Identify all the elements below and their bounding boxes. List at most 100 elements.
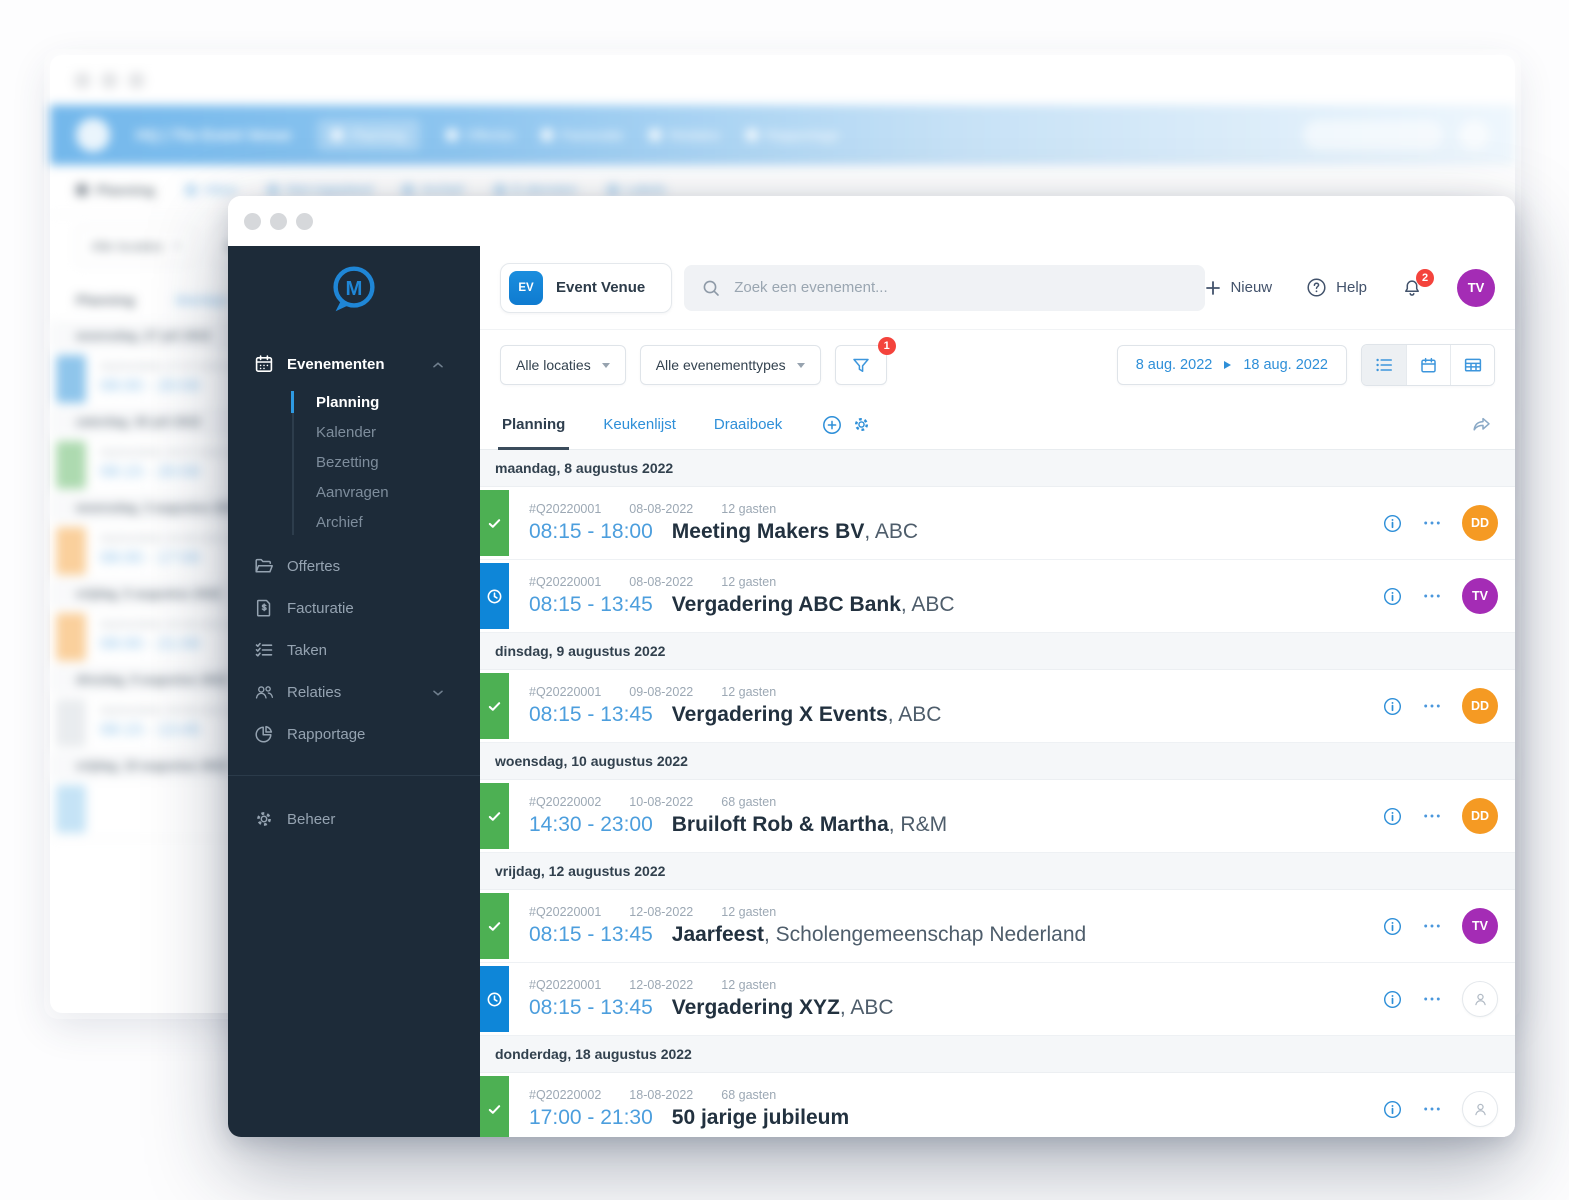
- sidebar-subitem-bezetting[interactable]: Bezetting: [228, 447, 480, 477]
- event-row[interactable]: #Q20220001 08-08-2022 12 gasten 08:15 - …: [480, 560, 1515, 633]
- traffic-light-dot[interactable]: [101, 71, 118, 89]
- sidebar-item-facturatie[interactable]: Facturatie: [228, 587, 480, 629]
- person-icon: [1474, 1103, 1486, 1115]
- event-row[interactable]: #Q20220001 12-08-2022 12 gasten 08:15 - …: [480, 890, 1515, 963]
- more-icon[interactable]: [1423, 996, 1441, 1002]
- more-icon[interactable]: [1423, 923, 1441, 929]
- sidebar-item-evenementen[interactable]: Evenementen: [228, 345, 480, 383]
- user-avatar[interactable]: TV: [1457, 268, 1495, 307]
- notifications-button[interactable]: 2: [1401, 268, 1434, 298]
- tab-keukenlijst[interactable]: Keukenlijst: [595, 400, 684, 449]
- sidebar-item-offertes[interactable]: Offertes: [228, 545, 480, 587]
- event-date: 12-08-2022: [629, 905, 694, 919]
- event-types-dropdown[interactable]: Alle evenementtypes: [639, 345, 821, 385]
- sidebar-item-relaties[interactable]: Relaties: [228, 671, 480, 713]
- calendar-view-button[interactable]: [1406, 345, 1450, 385]
- tab-draaiboek[interactable]: Draaiboek: [706, 400, 790, 449]
- event-title: Bruiloft Rob & Martha, R&M: [672, 813, 947, 837]
- locations-dropdown[interactable]: Alle locaties: [76, 227, 197, 265]
- event-title-text: 50 jarige jubileum: [671, 1106, 850, 1129]
- traffic-light-dot[interactable]: [270, 212, 287, 230]
- clock-icon: [487, 992, 502, 1006]
- tab-planning[interactable]: Planning: [76, 292, 135, 308]
- more-icon[interactable]: [1423, 703, 1441, 709]
- app-logo[interactable]: M: [325, 260, 383, 323]
- filters-button[interactable]: 1: [834, 337, 896, 385]
- nav-item-facturatie[interactable]: Facturatie: [541, 127, 623, 143]
- info-icon[interactable]: [1383, 587, 1402, 606]
- info-icon[interactable]: [1383, 697, 1402, 716]
- sidebar-subitem-planning[interactable]: Planning: [228, 387, 480, 417]
- traffic-light-dot[interactable]: [296, 212, 313, 230]
- person-icon: [1474, 993, 1486, 1005]
- tab-werklijst[interactable]: Werklijst: [175, 292, 228, 308]
- nav-item-offertes[interactable]: Offertes: [445, 127, 515, 143]
- event-row[interactable]: #Q20220002 18-08-2022 68 gasten 17:00 - …: [480, 1073, 1515, 1137]
- event-row[interactable]: #Q20220001 12-08-2022 12 gasten 08:15 - …: [480, 963, 1515, 1036]
- sidebar-item-beheer[interactable]: Beheer: [228, 798, 480, 840]
- list-view-button[interactable]: [1362, 345, 1406, 385]
- check-icon: [488, 921, 501, 931]
- new-event-button[interactable]: Nieuw: [1205, 279, 1272, 296]
- date-group-header: dinsdag, 9 augustus 2022: [480, 633, 1515, 670]
- traffic-light-dot[interactable]: [244, 212, 261, 230]
- nav-item-rapportage[interactable]: Rapportage: [745, 127, 839, 143]
- sidebar-subitem-aanvragen[interactable]: Aanvragen: [228, 477, 480, 507]
- avatar-unassigned[interactable]: [1462, 981, 1498, 1017]
- funnel-icon: [852, 358, 869, 372]
- avatar[interactable]: DD: [1462, 505, 1498, 541]
- more-icon[interactable]: [1423, 813, 1441, 819]
- info-icon[interactable]: [1383, 807, 1402, 826]
- event-guests: 12 gasten: [721, 502, 777, 516]
- nav-item-relaties[interactable]: Relaties: [649, 127, 720, 143]
- link-archief[interactable]: Archief: [402, 182, 464, 197]
- avatar-unassigned[interactable]: [1462, 1091, 1498, 1127]
- avatar[interactable]: [1459, 120, 1489, 150]
- info-icon[interactable]: [1383, 917, 1402, 936]
- sidebar-subitem-archief[interactable]: Archief: [228, 507, 480, 537]
- info-icon[interactable]: [1383, 1100, 1402, 1119]
- tab-settings-button[interactable]: [852, 415, 871, 434]
- info-circle-icon: [1383, 587, 1402, 605]
- more-icon[interactable]: [1423, 520, 1441, 526]
- traffic-light-dot[interactable]: [74, 71, 91, 89]
- info-icon[interactable]: [1383, 514, 1402, 533]
- event-row[interactable]: #Q20220001 08-08-2022 12 gasten 08:15 - …: [480, 487, 1515, 560]
- link-e-diensten[interactable]: E-diensten: [493, 182, 577, 197]
- sidebar-item-rapportage[interactable]: Rapportage: [228, 713, 480, 755]
- search-input[interactable]: Zoek een evenement...: [684, 264, 1206, 311]
- info-icon[interactable]: [1383, 990, 1402, 1009]
- sidebar-subitem-kalender[interactable]: Kalender: [228, 417, 480, 447]
- link-labels[interactable]: Labels: [607, 182, 666, 197]
- share-button[interactable]: [1472, 416, 1491, 433]
- more-icon[interactable]: [1423, 1106, 1441, 1112]
- date-group-header: vrijdag, 12 augustus 2022: [480, 853, 1515, 890]
- tab-planning[interactable]: Planning: [494, 400, 573, 450]
- more-icon[interactable]: [1423, 593, 1441, 599]
- plus-icon: [1206, 280, 1221, 295]
- status-confirmed-block: [480, 490, 509, 556]
- locations-dropdown[interactable]: Alle locaties: [500, 345, 626, 385]
- avatar[interactable]: DD: [1462, 798, 1498, 834]
- avatar[interactable]: DD: [1462, 688, 1498, 724]
- link-niet-ingepland[interactable]: Niet ingepland: [267, 182, 372, 197]
- new-event-label: Nieuw: [1230, 279, 1273, 296]
- sidebar-item-taken[interactable]: Taken: [228, 629, 480, 671]
- add-tab-button[interactable]: [822, 415, 842, 435]
- workspace-switcher[interactable]: HQ | The Event Venue: [136, 127, 291, 144]
- nav-item-planning[interactable]: Planning: [317, 119, 420, 151]
- event-row[interactable]: #Q20220001 09-08-2022 12 gasten 08:15 - …: [480, 670, 1515, 743]
- avatar[interactable]: TV: [1462, 578, 1498, 614]
- chevron-down-icon: [173, 243, 182, 249]
- avatar[interactable]: TV: [1462, 908, 1498, 944]
- sidebar: M Evenementen Planning Kalender Bezettin…: [228, 246, 480, 1137]
- link-inbox[interactable]: Inbox: [185, 182, 237, 197]
- help-button[interactable]: Help: [1306, 277, 1367, 298]
- search-input[interactable]: [1303, 120, 1443, 150]
- date-range-picker[interactable]: 8 aug. 2022 18 aug. 2022: [1116, 345, 1347, 385]
- event-row[interactable]: #Q20220002 10-08-2022 68 gasten 14:30 - …: [480, 780, 1515, 853]
- folder-icon: [255, 558, 273, 573]
- table-view-button[interactable]: [1450, 345, 1494, 385]
- traffic-light-dot[interactable]: [128, 71, 145, 89]
- workspace-selector[interactable]: EV Event Venue: [500, 262, 673, 313]
